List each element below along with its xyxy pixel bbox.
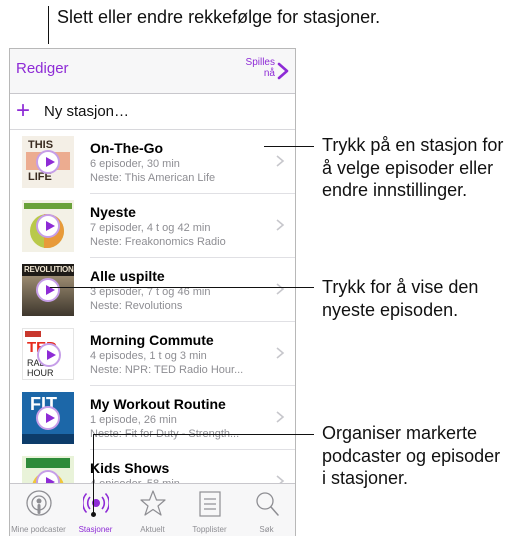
- tab-stations[interactable]: Stasjoner: [67, 484, 124, 536]
- chevron-right-icon: [276, 219, 285, 231]
- tab-label: Aktuelt: [140, 525, 165, 534]
- now-playing-label-2: nå: [263, 68, 275, 79]
- star-icon: [140, 490, 166, 516]
- callout-dot: [91, 512, 96, 517]
- callout-text-line: å velge episoder eller: [322, 157, 494, 178]
- station-meta: 6 episoder, 30 min: [90, 158, 180, 170]
- callout-line-top: [48, 6, 49, 44]
- station-title: Morning Commute: [90, 332, 214, 348]
- callout-text-line: Trykk på en stasjon for: [322, 135, 504, 155]
- nav-bar: Rediger Spilles nå: [10, 49, 295, 94]
- artwork-revolutions: REVOLUTIONS: [22, 264, 74, 316]
- artwork-freakonomics: [22, 200, 74, 252]
- now-playing-label-1: Spilles: [245, 57, 275, 68]
- callout-text-line: Organiser markerte: [322, 423, 478, 443]
- station-title: My Workout Routine: [90, 396, 226, 412]
- chevron-right-icon: [276, 347, 285, 359]
- new-station-row[interactable]: + Ny stasjon…: [10, 93, 295, 130]
- play-icon[interactable]: [36, 150, 60, 174]
- callout-text-line: i stasjoner.: [322, 468, 409, 488]
- callout-text-line: endre innstillinger.: [322, 180, 468, 200]
- callout-line-newest: [50, 287, 314, 288]
- tab-label: Stasjoner: [78, 525, 113, 534]
- station-next: Neste: NPR: TED Radio Hour...: [90, 364, 244, 376]
- play-icon[interactable]: [36, 278, 60, 302]
- tab-my-podcasts[interactable]: Mine podcaster: [10, 484, 67, 536]
- callout-line-organize: [93, 434, 314, 435]
- artwork-ted-radio-hour: TED RADIO HOUR: [22, 328, 74, 380]
- chevron-right-icon: [276, 283, 285, 295]
- edit-button[interactable]: Rediger: [16, 60, 69, 77]
- callout-organize: Organiser markerte podcaster og episoder…: [322, 422, 500, 490]
- station-row[interactable]: Nyeste 7 episoder, 4 t og 42 min Neste: …: [10, 194, 295, 258]
- tab-label: Topplister: [192, 525, 227, 534]
- station-meta: 4 episodes, 1 t og 3 min: [90, 350, 207, 362]
- artwork-this-american-life: THIS LIFE: [22, 136, 74, 188]
- tab-label: Søk: [259, 525, 274, 534]
- station-row[interactable]: TED RADIO HOUR Morning Commute 4 episode…: [10, 322, 295, 386]
- artwork-fit-for-duty: FIT: [22, 392, 74, 444]
- search-icon: [256, 492, 279, 516]
- callout-line-organize-vertical: [93, 434, 94, 514]
- tab-bar: Mine podcaster Stasjoner Aktuelt Topplis…: [10, 483, 295, 536]
- tab-search[interactable]: Søk: [238, 484, 295, 536]
- station-title: Kids Shows: [90, 460, 170, 476]
- list-icon: [199, 491, 221, 517]
- station-title: On-The-Go: [90, 140, 164, 156]
- station-row[interactable]: REVOLUTIONS Alle uspilte 3 episoder, 7 t…: [10, 258, 295, 322]
- callout-text-line: nyeste episoden.: [322, 299, 459, 320]
- tab-top-charts[interactable]: Topplister: [181, 484, 238, 536]
- callout-line-station: [264, 146, 314, 147]
- callout-tap-station: Trykk på en stasjon for å velge episoder…: [322, 134, 503, 202]
- now-playing-button[interactable]: Spilles nå: [246, 57, 275, 79]
- play-icon[interactable]: [37, 343, 61, 367]
- callout-text-line: podcaster og episoder: [322, 445, 501, 466]
- station-title: Alle uspilte: [90, 268, 165, 284]
- callout-top: Slett eller endre rekkefølge for stasjon…: [57, 7, 381, 27]
- station-row[interactable]: FIT My Workout Routine 1 episode, 26 min…: [10, 386, 295, 450]
- podcast-icon: [26, 490, 52, 516]
- station-meta: 7 episoder, 4 t og 42 min: [90, 222, 211, 234]
- callout-text-line: Trykk for å vise den: [322, 277, 479, 297]
- tab-label: Mine podcaster: [11, 525, 66, 534]
- station-title: Nyeste: [90, 204, 136, 220]
- station-row[interactable]: THIS LIFE On-The-Go 6 episoder, 30 min N…: [10, 130, 295, 194]
- play-icon[interactable]: [36, 214, 60, 238]
- station-meta: 1 episode, 26 min: [90, 414, 177, 426]
- plus-icon[interactable]: +: [16, 97, 30, 125]
- chevron-right-icon: [276, 411, 285, 423]
- chevron-right-icon: [276, 155, 285, 167]
- podcasts-app-screen: Rediger Spilles nå + Ny stasjon… THIS LI…: [9, 48, 296, 536]
- station-next: Neste: Freakonomics Radio: [90, 236, 226, 248]
- tab-featured[interactable]: Aktuelt: [124, 484, 181, 536]
- chevron-right-icon[interactable]: [275, 61, 291, 81]
- station-next: Neste: This American Life: [90, 172, 216, 184]
- station-icon: [83, 492, 109, 514]
- callout-tap-newest: Trykk for å vise den nyeste episoden.: [322, 276, 478, 321]
- play-icon[interactable]: [36, 406, 60, 430]
- new-station-label: Ny stasjon…: [44, 103, 130, 120]
- station-next: Neste: Revolutions: [90, 300, 183, 312]
